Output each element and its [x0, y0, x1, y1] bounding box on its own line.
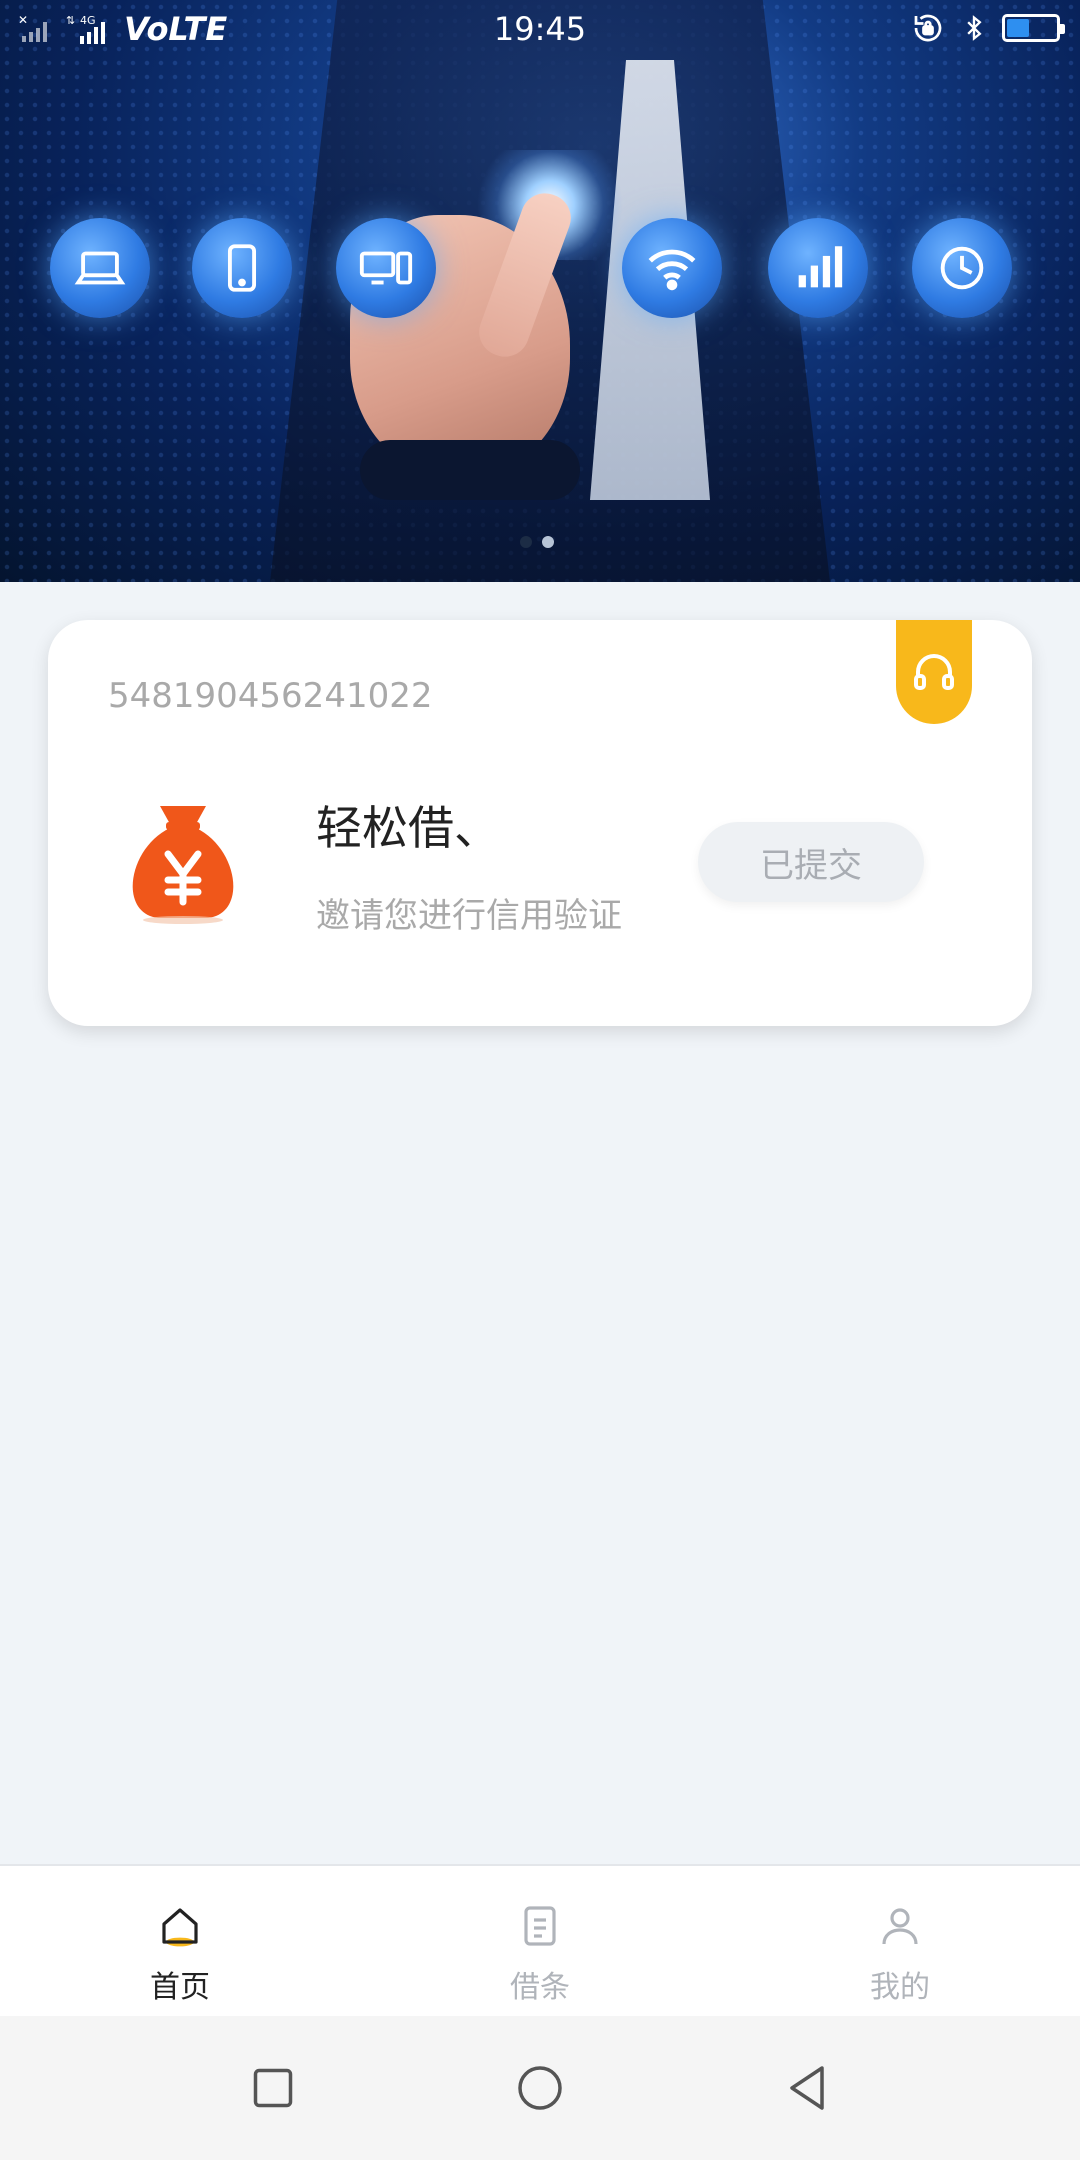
phone-icon: [192, 218, 292, 318]
system-navigation-bar: [0, 2016, 1080, 2160]
tab-label: 我的: [870, 1970, 930, 2005]
back-triangle-icon[interactable]: [777, 2058, 837, 2118]
desktop-icon: [336, 218, 436, 318]
tab-mine[interactable]: 我的: [720, 1866, 1080, 2016]
product-name: 轻松借、: [316, 801, 500, 855]
battery-level: [1007, 19, 1029, 37]
loan-card[interactable]: 548190456241022 轻松借、 邀请您进行信用验证 已提交: [48, 620, 1032, 1026]
person-icon: [882, 1908, 918, 1945]
document-icon: [524, 1906, 556, 1946]
status-bar: ✕ ⇅ 4G VoLTE 19:45: [0, 0, 1080, 58]
carousel-dot[interactable]: [520, 536, 532, 548]
battery-icon: [1002, 14, 1065, 42]
home-circle-icon[interactable]: [510, 2058, 570, 2118]
bluetooth-icon: [967, 15, 982, 41]
headset-icon: [914, 654, 954, 690]
clock-icon: [912, 218, 1012, 318]
signal-bars-icon: [768, 218, 868, 318]
tab-label: 借条: [510, 1970, 570, 2005]
product-description: 邀请您进行信用验证: [316, 896, 622, 936]
bottom-tab-bar: 首页 借条 我的: [0, 1864, 1080, 2016]
money-bag-icon: [132, 806, 234, 924]
status-right: [910, 10, 1065, 46]
tab-home[interactable]: 首页: [0, 1866, 360, 2016]
customer-service-button[interactable]: [896, 620, 972, 724]
home-icon: [162, 1908, 198, 1947]
carousel-dot-active[interactable]: [542, 536, 554, 548]
laptop-icon: [50, 218, 150, 318]
submitted-button[interactable]: 已提交: [698, 822, 924, 902]
recent-apps-icon[interactable]: [243, 2058, 303, 2118]
wifi-icon: [622, 218, 722, 318]
rotation-lock-icon: [914, 14, 942, 42]
tab-label: 首页: [150, 1970, 210, 2005]
tab-iou[interactable]: 借条: [360, 1866, 720, 2016]
banner-cuff: [360, 440, 580, 500]
order-number: 548190456241022: [108, 676, 433, 716]
banner-carousel[interactable]: [0, 0, 1080, 582]
carousel-indicator: [520, 536, 554, 548]
